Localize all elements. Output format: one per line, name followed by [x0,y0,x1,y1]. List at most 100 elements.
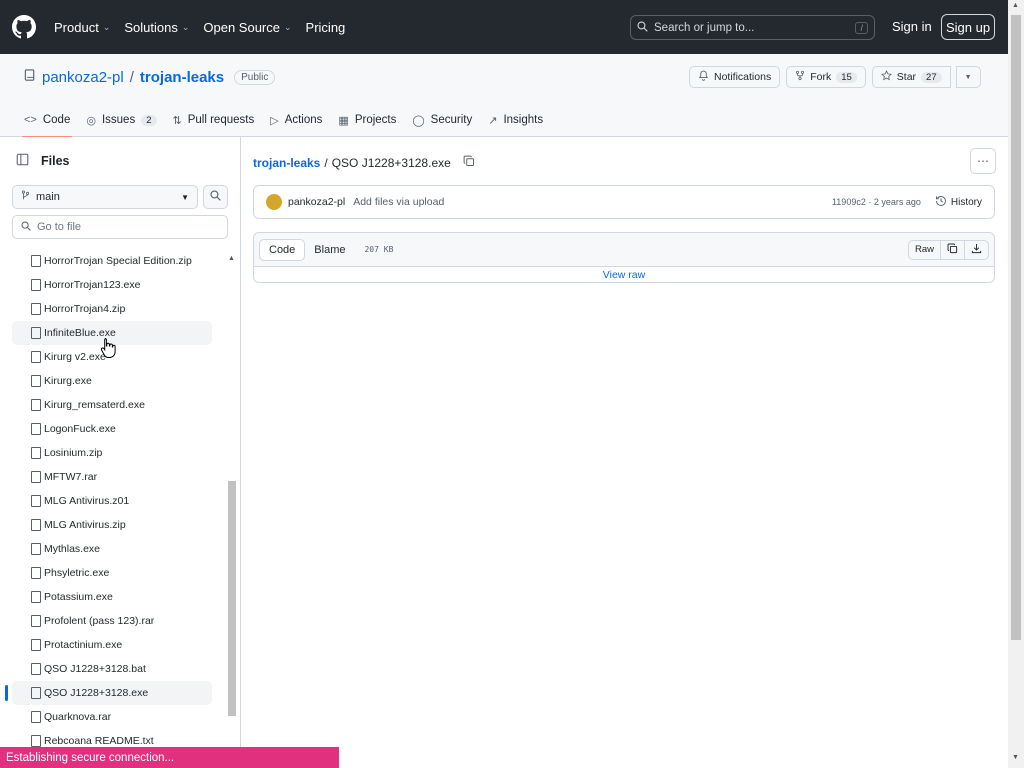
global-search-input[interactable]: Search or jump to... / [630,15,875,40]
issue-icon: ◎ [86,114,96,127]
file-tree-item[interactable]: HorrorTrojan4.zip [12,297,212,321]
file-tree-item[interactable]: Phsyletric.exe [12,561,212,585]
view-raw-link[interactable]: View raw [254,267,994,283]
breadcrumb: trojan-leaks / QSO J1228+3128.exe [253,155,475,170]
files-header: Files [16,153,70,169]
issues-count: 2 [141,114,157,126]
shield-icon: ◯ [412,114,425,127]
file-icon [31,543,41,555]
nav-product[interactable]: Product ⌄ [54,20,110,35]
latest-commit-bar: pankoza2-pl Add files via upload 11909c2… [253,185,995,219]
scroll-up-icon[interactable]: ▲ [1012,2,1019,9]
play-icon: ▷ [270,114,279,127]
file-tree-item-label: Profolent (pass 123).rar [44,615,155,627]
blame-view-button[interactable]: Blame [305,239,354,261]
file-tree-scrollbar[interactable]: ▲ [226,249,238,768]
copy-icon [947,243,958,257]
page-scroll-thumb[interactable] [1011,15,1021,640]
file-tree-item-label: QSO J1228+3128.exe [44,687,149,699]
file-tree-item[interactable]: Profolent (pass 123).rar [12,609,212,633]
breadcrumb-repo-link[interactable]: trojan-leaks [253,156,320,170]
tab-security[interactable]: ◯ Security [412,106,472,134]
scroll-down-icon[interactable]: ▼ [1012,754,1019,761]
copy-raw-button[interactable] [941,239,965,260]
file-icon [31,471,41,483]
notifications-button[interactable]: Notifications [689,66,781,88]
file-tree-item[interactable]: HorrorTrojan123.exe [12,273,212,297]
fork-count: 15 [836,71,857,83]
status-bar: Establishing secure connection... [0,747,339,768]
copy-path-icon[interactable] [463,155,475,170]
file-viewer: Code Blame 207 KB Raw View raw [253,232,995,283]
file-search-button[interactable] [203,185,228,209]
file-icon [31,279,41,291]
file-tree-item-label: Potassium.exe [44,591,113,603]
branch-selector[interactable]: main ▼ [12,185,198,209]
page-scrollbar[interactable]: ▲ ▼ [1008,0,1024,768]
chevron-down-icon: ⌄ [102,21,111,32]
file-tree-item[interactable]: MFTW7.rar [12,465,212,489]
fork-button[interactable]: Fork 15 [786,66,866,88]
sign-up-button[interactable]: Sign up [941,14,995,40]
commit-sha-time[interactable]: 11909c2 · 2 years ago [832,197,921,207]
go-to-file-input[interactable]: Go to file [12,215,228,239]
file-tree-item[interactable]: Kirurg_remsaterd.exe [12,393,212,417]
branch-name: main [36,191,60,203]
tab-insights[interactable]: ↗ Insights [488,106,543,134]
file-tree-item[interactable]: MLG Antivirus.zip [12,513,212,537]
raw-button[interactable]: Raw [907,239,941,260]
repo-name-link[interactable]: trojan-leaks [140,69,224,86]
download-icon [971,243,982,257]
tab-issues[interactable]: ◎ Issues 2 [86,106,157,134]
file-tree-item-label: Rebcoana README.txt [44,735,154,747]
fork-icon [795,70,805,84]
file-tree-item[interactable]: Protactinium.exe [12,633,212,657]
repo-owner-link[interactable]: pankoza2-pl [42,69,124,86]
file-icon [31,423,41,435]
repo-icon [24,69,36,86]
file-tree-item[interactable]: QSO J1228+3128.bat [12,657,212,681]
github-logo-icon[interactable] [12,15,36,39]
file-tree-item[interactable]: Losinium.zip [12,441,212,465]
commit-message-link[interactable]: Add files via upload [353,196,444,208]
nav-pricing[interactable]: Pricing [306,20,346,35]
file-tree: HorrorTrojan Special Edition.zip HorrorTr… [0,249,226,753]
go-to-file-placeholder: Go to file [37,221,82,233]
scroll-up-icon[interactable]: ▲ [228,255,235,262]
history-button[interactable]: History [935,195,982,210]
commit-author-link[interactable]: pankoza2-pl [288,196,345,208]
star-icon [880,70,892,84]
nav-solutions[interactable]: Solutions ⌄ [124,20,189,35]
view-toggle: Code Blame [259,238,354,261]
sidebar-collapse-icon[interactable] [16,153,29,169]
file-tree-item-label: MLG Antivirus.zip [44,519,126,531]
more-options-button[interactable]: ⋯ [970,148,996,174]
file-tree-item-label: HorrorTrojan Special Edition.zip [44,255,192,267]
avatar[interactable] [266,194,282,210]
visibility-badge: Public [234,70,276,85]
star-dropdown-button[interactable]: ▼ [955,66,981,88]
file-tree-item[interactable]: Kirurg.exe [12,369,212,393]
tab-projects[interactable]: ▦ Projects [338,106,396,134]
code-view-button[interactable]: Code [259,238,306,261]
tab-code[interactable]: <> Code [21,106,73,138]
star-label: Star [896,71,917,83]
file-tree-item[interactable]: Mythlas.exe [12,537,212,561]
file-tree-item[interactable]: MLG Antivirus.z01 [12,489,212,513]
search-icon [637,20,648,35]
sign-in-link[interactable]: Sign in [892,19,932,34]
file-tree-item[interactable]: HorrorTrojan Special Edition.zip [12,249,212,273]
history-icon [935,195,947,210]
file-tree-item[interactable]: LogonFuck.exe [12,417,212,441]
download-raw-button[interactable] [965,239,989,260]
nav-open-source[interactable]: Open Source ⌄ [203,20,291,35]
file-tree-item-label: Kirurg v2.exe [44,351,106,363]
tab-pull-requests[interactable]: ⇅ Pull requests [173,106,255,134]
file-tree-item-label: Kirurg.exe [44,375,92,387]
file-tree-item[interactable]: Quarknova.rar [12,705,212,729]
star-button[interactable]: Star 27 [871,66,951,88]
file-tree-scroll-thumb[interactable] [228,481,236,716]
file-tree-item[interactable]: Potassium.exe [12,585,212,609]
tab-actions[interactable]: ▷ Actions [270,106,322,134]
file-tree-item[interactable]: QSO J1228+3128.exe [5,681,212,705]
